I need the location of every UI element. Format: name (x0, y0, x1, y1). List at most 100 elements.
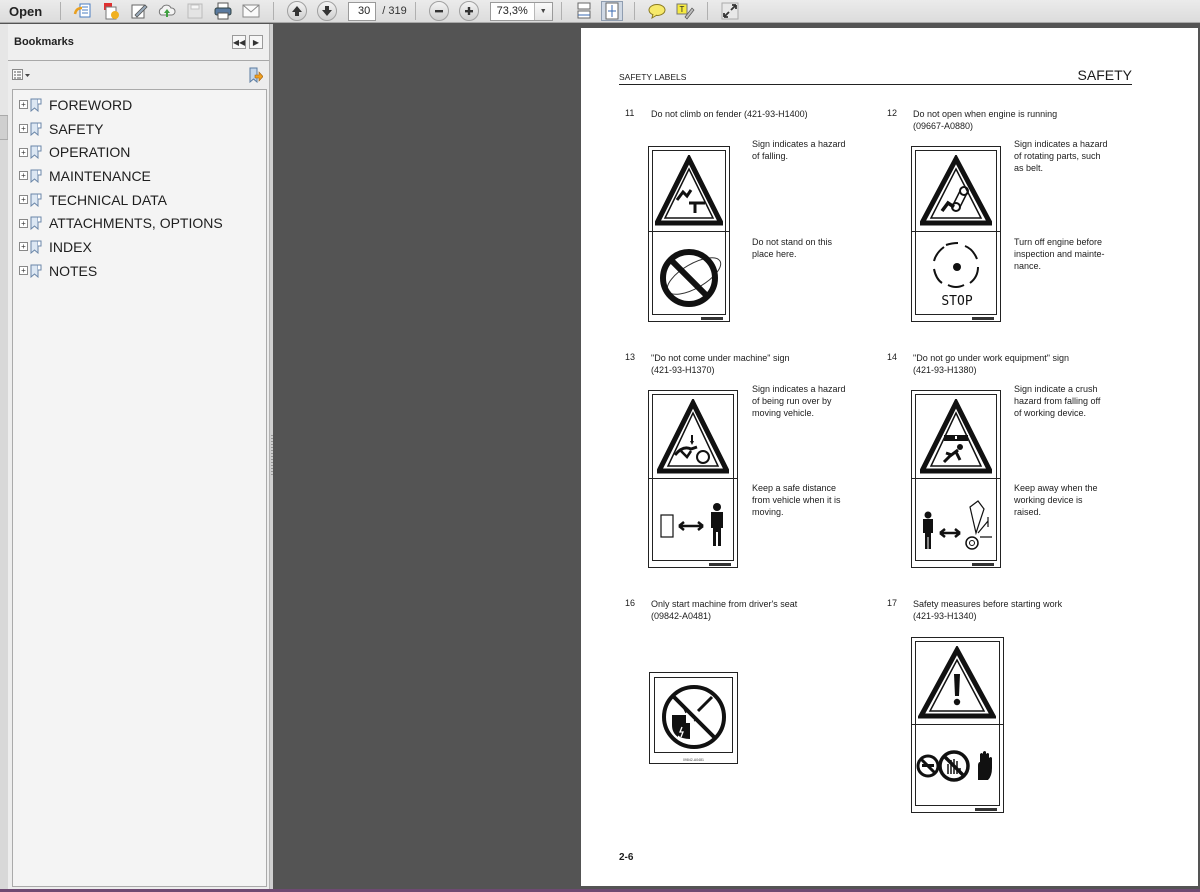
bookmarks-toolbar (8, 61, 269, 89)
bookmark-label: ATTACHMENTS, OPTIONS (49, 215, 223, 232)
zoom-level-value[interactable]: 73,3% (491, 2, 535, 20)
navigation-tab[interactable] (0, 24, 8, 116)
page-number-input[interactable]: 30 (348, 1, 377, 21)
bookmark-index[interactable]: + INDEX (13, 235, 266, 259)
zoom-select[interactable]: 73,3% ▼ (489, 1, 553, 21)
bookmark-label: INDEX (49, 238, 92, 255)
bookmark-icon (30, 216, 42, 231)
collapse-panel-button[interactable]: ◀◀ (232, 35, 246, 49)
upload-button[interactable] (156, 1, 178, 21)
rotating-parts-warning-icon (920, 155, 992, 226)
bookmark-maintenance[interactable]: + MAINTENANCE (13, 164, 266, 188)
scroll-mode-button[interactable] (573, 1, 595, 21)
comment-icon (648, 4, 666, 20)
expand-icon[interactable]: + (19, 124, 28, 134)
expand-icon[interactable]: + (19, 100, 28, 110)
sign-button[interactable] (128, 1, 150, 21)
save-button[interactable] (184, 1, 206, 21)
safety-sign-measures-before-work (911, 637, 1004, 813)
bookmark-label: MAINTENANCE (49, 167, 151, 184)
label-title-line: (421-93-H1380) (913, 365, 977, 375)
bookmark-foreword[interactable]: + FOREWORD (13, 93, 266, 117)
bookmark-notes[interactable]: + NOTES (13, 259, 266, 283)
zoom-in-button[interactable] (458, 1, 479, 21)
expand-icon[interactable]: + (19, 218, 28, 228)
sign-part-code (709, 563, 731, 566)
bookmark-icon (30, 122, 42, 136)
desc-line: working device is (1014, 495, 1083, 505)
highlight-text-button[interactable]: T (674, 1, 696, 21)
find-bookmark-button[interactable] (247, 67, 263, 83)
bookmark-icon (30, 193, 42, 207)
desc-line: Sign indicates a hazard (752, 384, 846, 394)
label-number: 14 (887, 352, 898, 362)
desc-line: raised. (1014, 507, 1042, 517)
toolbar-separator (633, 2, 635, 20)
no-touch-hand-icon (938, 750, 970, 782)
label-number: 17 (887, 598, 898, 608)
bookmarks-panel-header: Bookmarks ◀◀ ▶ (8, 24, 269, 61)
chevron-down-icon: ▼ (539, 7, 547, 15)
header-rule (619, 84, 1132, 85)
expand-panel-button[interactable]: ▶ (249, 35, 263, 49)
fit-width-scroll-icon (577, 2, 591, 19)
toolbar-separator (414, 2, 416, 20)
safety-sign-fall-hazard (648, 146, 730, 322)
desc-line: nance. (1014, 261, 1042, 271)
create-pdf-button[interactable] (72, 1, 94, 21)
bookmark-technical-data[interactable]: + TECHNICAL DATA (13, 188, 266, 212)
email-button[interactable] (240, 1, 262, 21)
create-pdf-icon (74, 3, 91, 18)
label-title-line: Safety measures before starting work (913, 599, 1063, 609)
next-page-button[interactable] (317, 1, 338, 21)
full-screen-icon (721, 2, 739, 20)
toolbar-separator (60, 2, 62, 20)
bookmark-attachments-options[interactable]: + ATTACHMENTS, OPTIONS (13, 211, 266, 235)
crush-hazard-warning-icon (920, 399, 992, 474)
expand-icon[interactable]: + (19, 195, 28, 205)
label-title-line: (421-93-H1370) (651, 365, 715, 375)
safety-sign-run-over-hazard (648, 390, 738, 568)
bookmark-safety[interactable]: + SAFETY (13, 117, 266, 141)
desc-line: Sign indicates a hazard (752, 139, 846, 149)
zoom-out-button[interactable] (428, 1, 449, 21)
comment-button[interactable] (646, 1, 668, 21)
expand-icon[interactable]: + (19, 171, 28, 181)
options-menu-button[interactable] (12, 69, 32, 81)
full-screen-button[interactable] (719, 1, 741, 21)
zoom-dropdown-button[interactable]: ▼ (534, 2, 552, 20)
bookmark-goto-icon (249, 67, 263, 83)
fit-page-button[interactable] (600, 1, 623, 21)
fall-hazard-warning-icon (655, 155, 723, 226)
print-button[interactable] (212, 1, 234, 21)
expand-icon[interactable]: + (19, 147, 28, 157)
prohibition-icons-row (916, 750, 992, 782)
desc-line: of being run over by (752, 396, 832, 406)
label-title-line: Do not open when engine is running (913, 109, 1058, 119)
navigation-tab[interactable] (0, 139, 8, 892)
page-header-section: SAFETY LABELS (619, 72, 687, 82)
combine-files-button[interactable] (100, 1, 122, 21)
navigation-pane-strip (0, 24, 8, 892)
desc-line: from vehicle when it is (752, 495, 841, 505)
expand-icon[interactable]: + (19, 266, 28, 276)
zoom-in-icon (464, 7, 473, 15)
bookmark-icon (30, 264, 42, 278)
bookmark-label: SAFETY (49, 120, 104, 137)
desc-line: moving. (752, 507, 784, 517)
bookmark-operation[interactable]: + OPERATION (13, 140, 266, 164)
open-button[interactable]: Open (0, 4, 52, 19)
email-icon (242, 4, 260, 18)
toolbar: Open 30 / 319 73,3% ▼ T (0, 0, 1200, 23)
expand-icon[interactable]: + (19, 242, 28, 252)
zoom-out-icon (434, 10, 443, 13)
bookmark-label: FOREWORD (49, 96, 133, 113)
label-description-top: Sign indicate a crush hazard from falling… (1014, 383, 1100, 419)
previous-page-button[interactable] (287, 1, 308, 21)
label-number: 11 (625, 108, 635, 118)
label-description-top: Sign indicates a hazard of rotating parts… (1014, 138, 1108, 174)
toolbar-separator (273, 2, 275, 20)
stop-text: STOP (941, 294, 972, 307)
desc-line: Sign indicates a hazard (1014, 139, 1108, 149)
bookmark-icon (30, 98, 42, 112)
